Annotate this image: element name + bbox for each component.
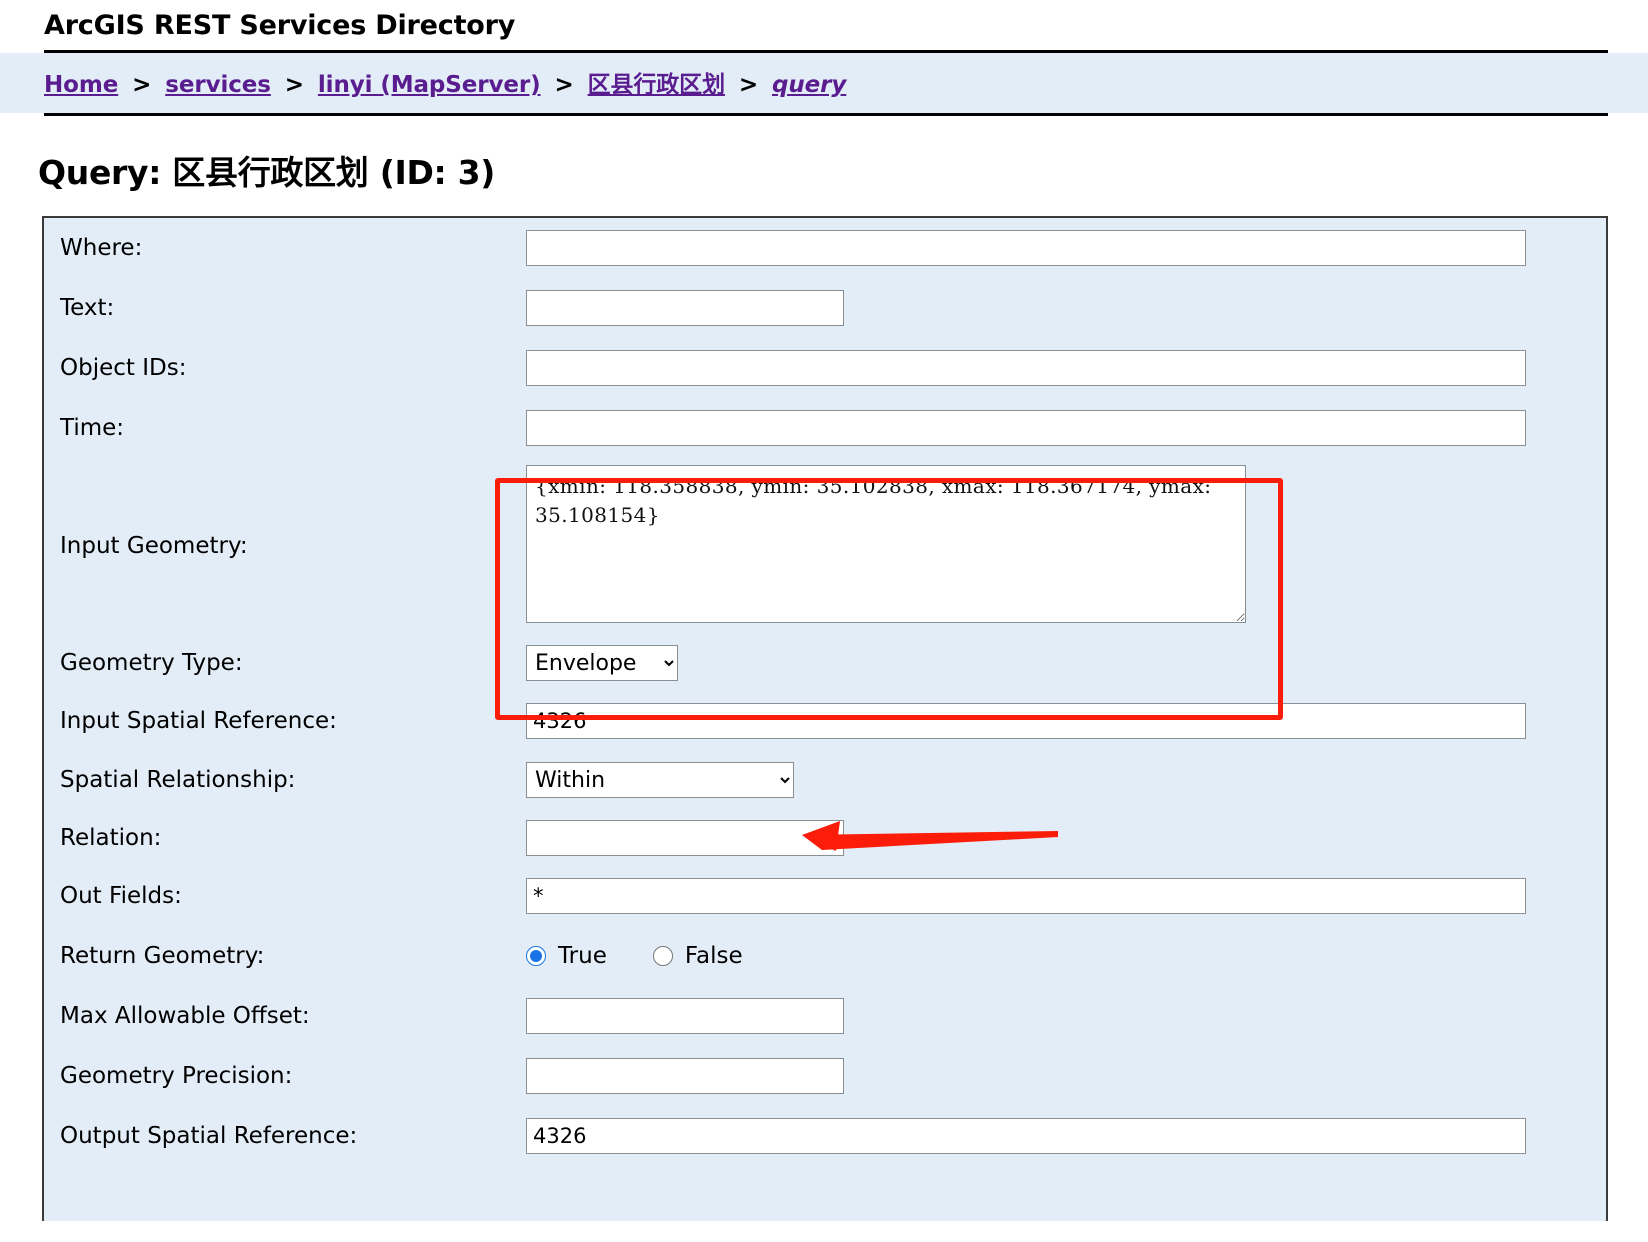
return-geometry-false-option[interactable]: False	[652, 943, 743, 970]
label-text: Text:	[60, 294, 115, 321]
return-geometry-radio-group: True False	[526, 935, 1606, 977]
spatial-relationship-select[interactable]: Within	[526, 762, 794, 799]
where-input[interactable]	[526, 230, 1526, 267]
out-fields-input[interactable]	[526, 878, 1526, 915]
max-allowable-offset-input[interactable]	[526, 998, 844, 1035]
label-return-geometry: Return Geometry:	[60, 942, 265, 969]
breadcrumb-separator: >	[738, 72, 759, 99]
label-input-spatial-reference: Input Spatial Reference:	[60, 707, 337, 734]
geometry-precision-input[interactable]	[526, 1058, 844, 1095]
label-object-ids: Object IDs:	[60, 354, 187, 381]
label-where: Where:	[60, 234, 143, 261]
form-row-spatial-relationship: Spatial Relationship: Within	[44, 750, 1606, 810]
relation-input[interactable]	[526, 820, 844, 857]
breadcrumb: Home > services > linyi (MapServer) > 区县…	[0, 53, 1648, 114]
form-row-input-geometry: Input Geometry: {xmin: 118.358838, ymin:…	[44, 458, 1606, 634]
label-max-allowable-offset: Max Allowable Offset:	[60, 1002, 310, 1029]
breadcrumb-separator: >	[132, 72, 152, 99]
site-header: ArcGIS REST Services Directory Home > se…	[0, 0, 1648, 117]
label-geometry-type: Geometry Type:	[60, 649, 243, 676]
form-row-time: Time:	[44, 398, 1606, 458]
label-out-fields: Out Fields:	[60, 882, 182, 909]
breadcrumb-link-services[interactable]: services	[165, 72, 271, 98]
label-output-spatial-reference: Output Spatial Reference:	[60, 1122, 358, 1149]
label-input-geometry: Input Geometry:	[60, 532, 248, 559]
form-row-input-spatial-reference: Input Spatial Reference:	[44, 692, 1606, 750]
form-row-max-allowable-offset: Max Allowable Offset:	[44, 986, 1606, 1046]
output-spatial-reference-input[interactable]	[526, 1118, 1526, 1155]
return-geometry-true-option[interactable]: True	[526, 943, 607, 969]
label-geometry-precision: Geometry Precision:	[60, 1062, 293, 1089]
text-input[interactable]	[526, 290, 844, 327]
time-input[interactable]	[526, 410, 1526, 447]
form-row-geometry-type: Geometry Type: Envelope	[44, 634, 1606, 692]
return-geometry-false-label: False	[684, 943, 743, 970]
form-row-out-fields: Out Fields:	[44, 866, 1606, 926]
query-form-panel: Where: Text: Object IDs: Time: Input Geo…	[42, 216, 1608, 1222]
breadcrumb-link-query[interactable]: query	[772, 72, 846, 98]
form-row-relation: Relation:	[44, 810, 1606, 866]
input-spatial-reference-input[interactable]	[526, 703, 1526, 740]
geometry-type-select[interactable]: Envelope	[526, 645, 678, 682]
return-geometry-false-radio[interactable]	[652, 946, 673, 967]
return-geometry-true-radio[interactable]	[526, 946, 546, 967]
page-title: Query: 区县行政区划 (ID: 3)	[38, 153, 496, 193]
site-title: ArcGIS REST Services Directory	[44, 10, 516, 41]
breadcrumb-link-home[interactable]: Home	[44, 72, 118, 98]
breadcrumb-separator: >	[554, 72, 574, 99]
form-row-geometry-precision: Geometry Precision:	[44, 1046, 1606, 1106]
breadcrumb-link-mapserver[interactable]: linyi (MapServer)	[318, 72, 541, 98]
input-geometry-textarea[interactable]: {xmin: 118.358838, ymin: 35.102838, xmax…	[526, 465, 1246, 624]
return-geometry-true-label: True	[558, 943, 607, 970]
object-ids-input[interactable]	[526, 350, 1526, 387]
breadcrumb-separator: >	[284, 72, 304, 99]
form-row-text: Text:	[44, 278, 1606, 338]
label-relation: Relation:	[60, 824, 162, 851]
form-row-where: Where:	[44, 218, 1606, 278]
label-time: Time:	[60, 414, 125, 441]
label-spatial-relationship: Spatial Relationship:	[60, 766, 296, 793]
breadcrumb-link-layer[interactable]: 区县行政区划	[588, 72, 726, 98]
form-row-return-geometry: Return Geometry: True False	[44, 926, 1606, 986]
form-row-output-spatial-reference: Output Spatial Reference:	[44, 1106, 1606, 1166]
form-row-object-ids: Object IDs:	[44, 338, 1606, 398]
